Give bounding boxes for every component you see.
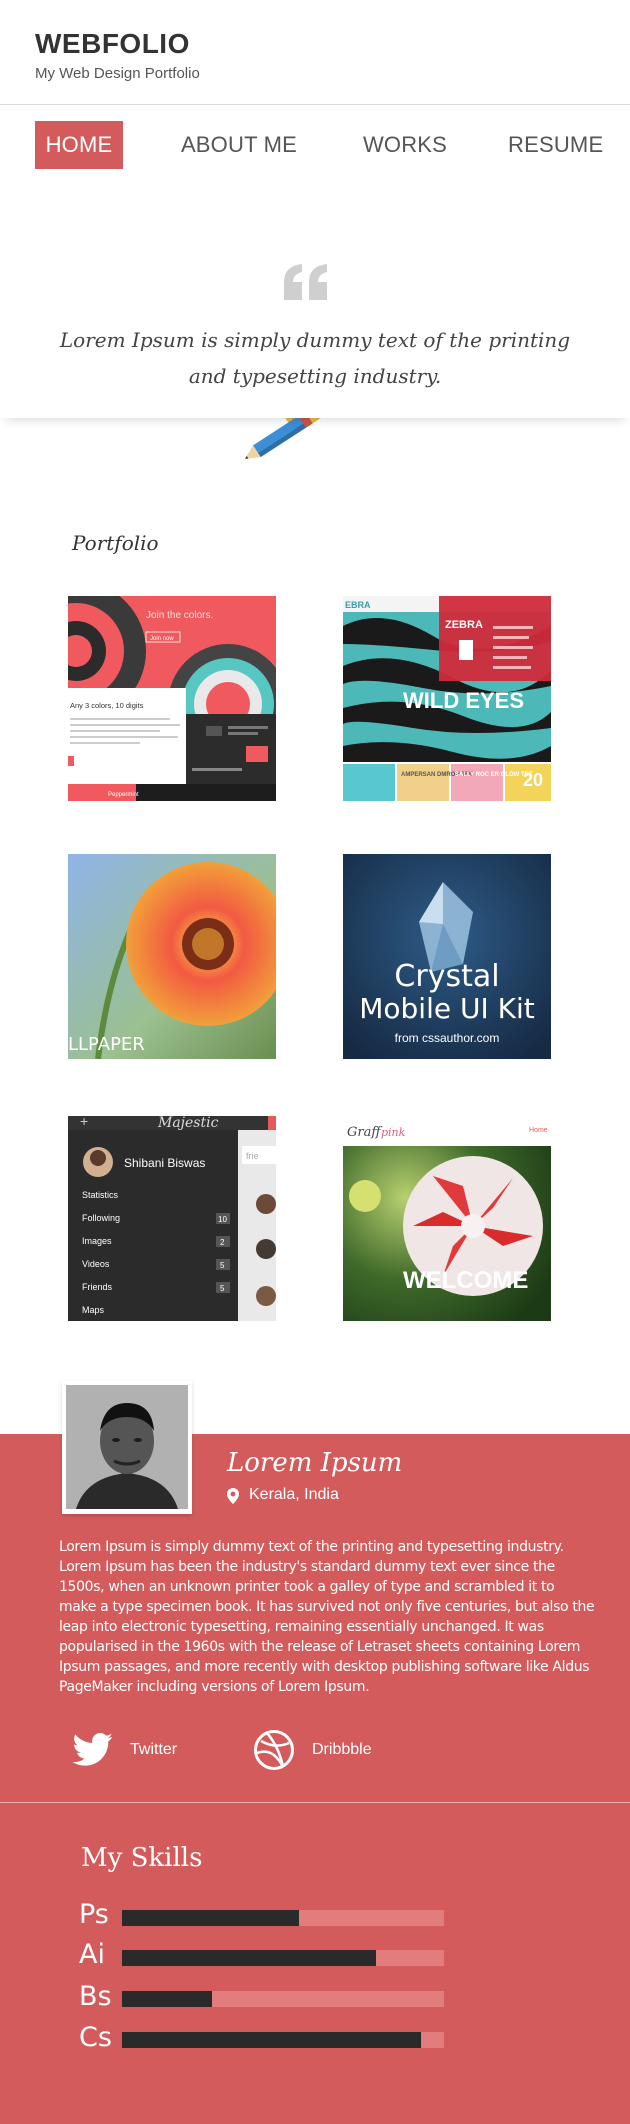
thumb4-title: Crystal: [394, 959, 499, 994]
location-pin-icon: [227, 1488, 239, 1504]
portfolio-item-join-the-colors[interactable]: Join the colors. Join now Any 3 colors, …: [68, 596, 276, 801]
profile-location: Kerala, India: [249, 1486, 339, 1503]
thumb6-nav-home: Home: [529, 1127, 548, 1134]
thumb5-menu-statistics: Statistics: [82, 1190, 119, 1200]
thumb5-user: Shibani Biswas: [124, 1156, 205, 1170]
thumb5-menu-videos: Videos: [82, 1259, 110, 1269]
portfolio-item-flower-wallpaper[interactable]: LLPAPER: [68, 854, 276, 1059]
section-divider: [0, 1802, 630, 1803]
thumb1-subtitle: Any 3 colors, 10 digits: [70, 701, 144, 710]
dribbble-icon[interactable]: [253, 1729, 295, 1771]
thumb3-caption: LLPAPER: [68, 1034, 145, 1055]
thumb4-source: from cssauthor.com: [395, 1031, 500, 1045]
nav-about-me[interactable]: ABOUT ME: [180, 121, 298, 169]
portfolio-item-zebra[interactable]: EBRA ZEBRA WILD EYES AMPERSAN DMROH TEE …: [343, 596, 551, 801]
thumb5-count-images: 2: [220, 1238, 225, 1247]
dribbble-link[interactable]: Dribbble: [312, 1741, 372, 1759]
avatar: [62, 1381, 192, 1514]
skill-name-ps: Ps: [79, 1899, 109, 1930]
thumb5-count-friends: 5: [220, 1284, 225, 1293]
thumb5-count-videos: 5: [220, 1261, 225, 1270]
nav-resume[interactable]: RESUME: [508, 121, 603, 169]
thumb5-app-name: Majestic: [157, 1116, 219, 1131]
skill-fill-ps: [122, 1910, 300, 1926]
thumb5-count-following: 10: [218, 1215, 227, 1224]
twitter-icon[interactable]: [72, 1733, 114, 1767]
portfolio-item-graffpink[interactable]: Graff pink Home WELCOME: [343, 1116, 551, 1321]
profile-photo: [66, 1385, 188, 1509]
portfolio-title: Portfolio: [72, 531, 159, 555]
quote-mark-icon: [284, 264, 327, 300]
thumb5-menu-maps: Maps: [82, 1305, 105, 1315]
skill-fill-ai: [122, 1950, 377, 1966]
thumb5-menu-friends: Friends: [82, 1282, 113, 1292]
twitter-link[interactable]: Twitter: [130, 1741, 177, 1759]
svg-text:EBRA: EBRA: [345, 600, 371, 610]
thumb6-logo-part2: pink: [381, 1126, 406, 1139]
header-divider: [0, 104, 630, 105]
thumb5-menu-following: Following: [82, 1213, 120, 1223]
thumb2-headline: WILD EYES: [403, 688, 524, 713]
profile-name: Lorem Ipsum: [227, 1448, 403, 1478]
thumb2-brand: ZEBRA: [445, 619, 483, 631]
nav-works[interactable]: WORKS: [360, 121, 450, 169]
thumb6-headline: WELCOME: [403, 1267, 528, 1294]
site-brand[interactable]: WEBFOLIO: [35, 28, 190, 60]
thumb2-product-2: SALLY ROC ER GLOW TEE: [455, 772, 533, 778]
skill-bar-ai: [122, 1950, 444, 1966]
skill-fill-cs: [122, 2032, 422, 2048]
skills-title: My Skills: [81, 1843, 203, 1873]
quote-text: Lorem Ipsum is simply dummy text of the …: [59, 328, 571, 388]
thumb6-logo-part1: Graff: [347, 1125, 383, 1140]
skill-name-ai: Ai: [79, 1939, 105, 1970]
profile-bio: Lorem Ipsum is simply dummy text of the …: [59, 1539, 595, 1695]
thumb1-join-button: Join now: [150, 636, 174, 642]
skill-bar-cs: [122, 2032, 444, 2048]
thumb1-footer-label: Peppermint: [108, 792, 139, 798]
skill-bar-ps: [122, 1910, 444, 1926]
site-tagline: My Web Design Portfolio: [35, 65, 200, 82]
svg-text:+: +: [80, 1116, 88, 1129]
thumb5-menu-images: Images: [82, 1236, 112, 1246]
thumb1-headline: Join the colors.: [146, 610, 213, 621]
thumb4-subtitle: Mobile UI Kit: [359, 992, 535, 1025]
skill-fill-bs: [122, 1991, 213, 2007]
portfolio-item-crystal-mobile-ui-kit[interactable]: Crystal Mobile UI Kit from cssauthor.com: [343, 854, 551, 1059]
svg-text:frie: frie: [246, 1151, 259, 1161]
skill-name-bs: Bs: [79, 1981, 112, 2012]
nav-home[interactable]: HOME: [35, 121, 123, 169]
portfolio-item-majestic-app[interactable]: + Majestic frie Shibani Biswas Statistic…: [68, 1116, 276, 1321]
thumb2-product-3: 20: [523, 770, 543, 790]
skill-name-cs: Cs: [79, 2022, 112, 2053]
skill-bar-bs: [122, 1991, 444, 2007]
